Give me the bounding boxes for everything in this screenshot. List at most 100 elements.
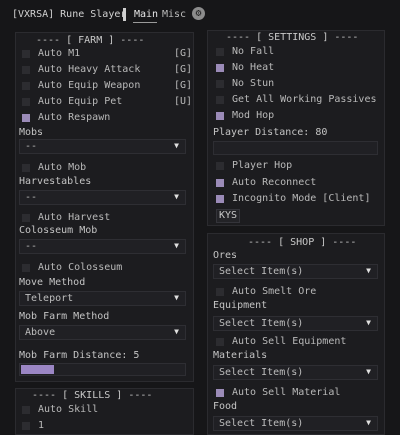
toggle-auto-m1[interactable]: Auto M1 [G]	[22, 47, 192, 61]
chevron-down-icon: ▼	[174, 192, 179, 201]
checkbox[interactable]	[22, 98, 30, 106]
checkbox[interactable]	[22, 164, 30, 172]
colosseum-mob-dropdown[interactable]: -- ▼	[19, 239, 186, 254]
toggle-label: 1	[38, 420, 45, 431]
checkbox-checked[interactable]	[216, 112, 224, 120]
toggle-get-all-passives[interactable]: Get All Working Passives	[216, 93, 382, 107]
toggle-auto-equip-pet[interactable]: Auto Equip Pet [U]	[22, 95, 192, 109]
checkbox[interactable]	[216, 80, 224, 88]
toggle-label: Auto Respawn	[38, 112, 111, 123]
toggle-label: Auto Sell Material	[232, 387, 341, 398]
chevron-down-icon: ▼	[174, 141, 179, 150]
toggle-auto-mob[interactable]: Auto Mob	[22, 161, 190, 175]
checkbox[interactable]	[22, 214, 30, 222]
food-dropdown[interactable]: Select Item(s) ▼	[213, 416, 378, 431]
checkbox[interactable]	[216, 338, 224, 346]
checkbox-checked[interactable]	[22, 114, 30, 122]
toggle-auto-respawn[interactable]: Auto Respawn	[22, 111, 190, 125]
tab-main-indicator	[133, 22, 157, 23]
mob-farm-method-dropdown[interactable]: Above ▼	[19, 325, 186, 340]
tab-misc[interactable]: Misc	[162, 9, 186, 20]
mob-farm-distance-label: Mob Farm Distance: 5	[19, 350, 140, 361]
checkbox[interactable]	[216, 162, 224, 170]
equipment-label: Equipment	[213, 300, 268, 311]
checkbox[interactable]	[22, 82, 30, 90]
settings-panel: ---- [ SETTINGS ] ---- No Fall No Heat N…	[207, 30, 385, 226]
chevron-down-icon: ▼	[366, 367, 371, 376]
dropdown-value: --	[25, 141, 38, 152]
toggle-mod-hop[interactable]: Mod Hop	[216, 109, 382, 123]
toggle-auto-harvest[interactable]: Auto Harvest	[22, 211, 190, 225]
checkbox-checked[interactable]	[216, 389, 224, 397]
toggle-auto-sell-equipment[interactable]: Auto Sell Equipment	[216, 335, 382, 349]
window: [VXRSA] Rune Slayer Main Misc ⚙ ---- [ F…	[0, 0, 400, 435]
keybind[interactable]: [U]	[174, 95, 192, 109]
toggle-auto-skill[interactable]: Auto Skill	[22, 403, 190, 417]
gear-icon[interactable]: ⚙	[192, 7, 205, 20]
mobs-dropdown[interactable]: -- ▼	[19, 139, 186, 154]
settings-header: ---- [ SETTINGS ] ----	[226, 32, 359, 43]
dropdown-value: Select Item(s)	[219, 367, 304, 378]
keybind[interactable]: [G]	[174, 47, 192, 61]
toggle-incognito-mode[interactable]: Incognito Mode [Client]	[216, 192, 382, 206]
checkbox[interactable]	[22, 66, 30, 74]
toggle-auto-equip-weapon[interactable]: Auto Equip Weapon [G]	[22, 79, 192, 93]
toggle-label: Auto Skill	[38, 404, 99, 415]
checkbox[interactable]	[216, 288, 224, 296]
keybind[interactable]: [G]	[174, 79, 192, 93]
toggle-no-fall[interactable]: No Fall	[216, 45, 382, 59]
farm-header: ---- [ FARM ] ----	[36, 35, 145, 46]
slider-fill	[21, 365, 54, 374]
checkbox[interactable]	[22, 264, 30, 272]
checkbox-checked[interactable]	[216, 179, 224, 187]
player-distance-input[interactable]	[213, 141, 378, 155]
checkbox[interactable]	[22, 406, 30, 414]
toggle-label: Auto Smelt Ore	[232, 286, 317, 297]
colosseum-mob-label: Colosseum Mob	[19, 225, 98, 236]
move-method-dropdown[interactable]: Teleport ▼	[19, 291, 186, 306]
toggle-label: Auto Reconnect	[232, 177, 317, 188]
toggle-auto-sell-material[interactable]: Auto Sell Material	[216, 386, 382, 400]
checkbox[interactable]	[216, 96, 224, 104]
toggle-label: Auto M1	[38, 48, 81, 59]
toggle-player-hop[interactable]: Player Hop	[216, 159, 382, 173]
dropdown-value: --	[25, 241, 38, 252]
toggle-auto-colosseum[interactable]: Auto Colosseum	[22, 261, 190, 275]
window-title: [VXRSA] Rune Slayer	[12, 9, 127, 20]
checkbox-checked[interactable]	[216, 195, 224, 203]
shop-header: ---- [ SHOP ] ----	[248, 237, 357, 248]
mob-farm-distance-slider[interactable]	[19, 363, 186, 376]
toggle-auto-heavy-attack[interactable]: Auto Heavy Attack [G]	[22, 63, 192, 77]
harvestables-label: Harvestables	[19, 176, 92, 187]
keybind[interactable]: [G]	[174, 63, 192, 77]
materials-dropdown[interactable]: Select Item(s) ▼	[213, 365, 378, 380]
food-label: Food	[213, 401, 238, 412]
chevron-down-icon: ▼	[174, 327, 179, 336]
tab-main[interactable]: Main	[134, 9, 158, 20]
shop-panel: ---- [ SHOP ] ---- Ores Select Item(s) ▼…	[207, 233, 385, 435]
farm-panel: ---- [ FARM ] ---- Auto M1 [G] Auto Heav…	[15, 32, 194, 382]
toggle-auto-smelt-ore[interactable]: Auto Smelt Ore	[216, 285, 382, 299]
toggle-label: No Heat	[232, 62, 275, 73]
toggle-no-stun[interactable]: No Stun	[216, 77, 382, 91]
ores-dropdown[interactable]: Select Item(s) ▼	[213, 264, 378, 279]
kys-button[interactable]: KYS	[216, 209, 240, 223]
dropdown-value: Select Item(s)	[219, 266, 304, 277]
harvestables-dropdown[interactable]: -- ▼	[19, 190, 186, 205]
checkbox-checked[interactable]	[216, 64, 224, 72]
materials-label: Materials	[213, 350, 268, 361]
checkbox[interactable]	[22, 50, 30, 58]
title-separator	[123, 8, 126, 21]
title-bar: [VXRSA] Rune Slayer Main Misc ⚙	[0, 0, 400, 26]
move-method-label: Move Method	[19, 277, 86, 288]
checkbox[interactable]	[216, 48, 224, 56]
toggle-auto-reconnect[interactable]: Auto Reconnect	[216, 176, 382, 190]
checkbox[interactable]	[22, 422, 30, 430]
toggle-skill-1[interactable]: 1	[22, 419, 190, 433]
chevron-down-icon: ▼	[366, 266, 371, 275]
ores-label: Ores	[213, 250, 238, 261]
equipment-dropdown[interactable]: Select Item(s) ▼	[213, 316, 378, 331]
player-distance-label: Player Distance: 80	[213, 127, 328, 138]
dropdown-value: Above	[25, 327, 56, 338]
toggle-no-heat[interactable]: No Heat	[216, 61, 382, 75]
